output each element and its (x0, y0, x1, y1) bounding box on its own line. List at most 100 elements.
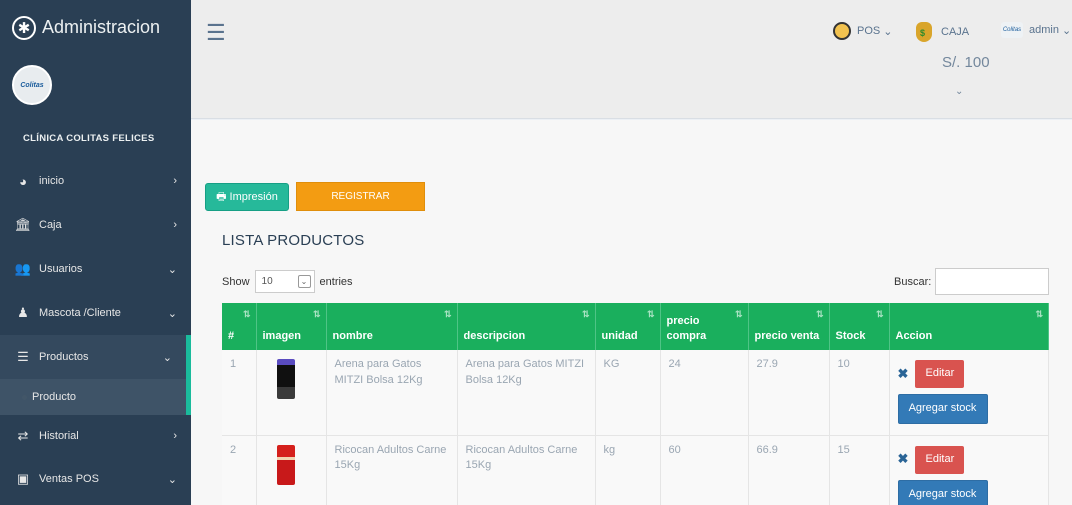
delete-icon[interactable]: ✖ (898, 365, 909, 384)
sidebar-item-historial[interactable]: ⇄ Historial › (0, 415, 191, 457)
caja-label: CAJA (941, 26, 970, 38)
cell-accion: ✖ Editar Agregar stock (889, 350, 1049, 436)
sidebar-item-ventas-pos[interactable]: ▣ Ventas POS ⌄ (0, 457, 191, 501)
sidebar-subitem-label: Producto (32, 391, 77, 403)
page-title: LISTA PRODUCTOS (222, 232, 365, 249)
page-size-select[interactable]: 10 ⌄ (254, 270, 315, 293)
table-row: 1 Arena para Gatos MITZI Bolsa 12Kg Aren… (222, 350, 1049, 436)
col-header-accion[interactable]: ⇅ Accion (889, 303, 1049, 350)
cell-precio-compra: 24 (660, 350, 749, 436)
profile: Colitas (0, 55, 191, 115)
sort-asc-icon: ⇅ (242, 309, 251, 319)
chevron-down-icon: ⌄ (167, 307, 177, 320)
search-control: Buscar: (894, 268, 1050, 295)
admin-label: admin (1029, 24, 1059, 36)
sidebar-subitem-producto[interactable]: Producto (0, 379, 191, 415)
sort-icon: ⇅ (1035, 309, 1043, 319)
printer-icon: 🖶 (216, 190, 227, 203)
product-image (276, 359, 295, 399)
col-header-nombre[interactable]: ⇅ nombre (326, 303, 458, 350)
sort-icon: ⇅ (443, 309, 452, 319)
main-content: 🖶 Impresión REGISTRAR LISTA PRODUCTOS Sh… (191, 120, 1072, 505)
sort-icon: ⇅ (875, 309, 884, 319)
col-header-precio-venta[interactable]: ⇅ precio venta (748, 303, 830, 350)
bank-icon: 🏛 (14, 217, 32, 232)
sort-icon: ⇅ (312, 309, 321, 319)
sidebar-item-label: Ventas POS (39, 473, 99, 485)
cell-precio-venta: 66.9 (748, 435, 830, 505)
menu-toggle-icon[interactable]: ☰ (206, 20, 226, 46)
cell-unidad: kg (595, 435, 661, 505)
chevron-right-icon: › (173, 175, 177, 187)
cell-stock: 15 (829, 435, 890, 505)
admin-menu[interactable]: Colitas admin ⌄ (1001, 22, 1071, 38)
table-header-row: ⇅ # ⇅ imagen ⇅ nombre ⇅ descripcion ⇅ unidad … (222, 303, 1049, 350)
sidebar-item-usuarios[interactable]: 👥 Usuarios ⌄ (0, 247, 191, 291)
col-header-stock[interactable]: ⇅ Stock (829, 303, 890, 350)
cell-nombre: Arena para Gatos MITZI Bolsa 12Kg (326, 350, 458, 436)
chevron-down-icon: ⌄ (167, 263, 177, 276)
pos-menu[interactable]: POS ⌄ (833, 22, 892, 40)
cell-unidad: KG (595, 350, 661, 436)
print-button[interactable]: 🖶 Impresión (205, 183, 289, 211)
sort-icon: ⇅ (581, 309, 590, 319)
sidebar-item-label: Caja (39, 219, 62, 231)
sidebar-item-productos[interactable]: ☰ Productos ⌄ (0, 335, 191, 379)
money-bag-icon (916, 22, 932, 42)
cell-accion: ✖ Editar Agregar stock (889, 435, 1049, 505)
chevron-down-icon: ⌄ (1061, 24, 1072, 37)
sidebar-item-label: Usuarios (39, 263, 83, 275)
chevron-down-icon: ⌄ (883, 25, 893, 38)
user-tie-icon: ♟ (17, 305, 29, 320)
col-header-precio-compra[interactable]: ⇅ precio compra (660, 303, 749, 350)
sidebar-item-caja[interactable]: 🏛 Caja › (0, 203, 191, 247)
caja-menu[interactable]: CAJA (916, 22, 969, 42)
entries-label: entries (319, 275, 353, 288)
sidebar: ✱ Administracion Colitas CLÍNICA COLITAS… (0, 0, 191, 505)
search-input[interactable] (935, 268, 1050, 295)
sidebar-item-label: Historial (39, 430, 79, 442)
col-header-unidad[interactable]: ⇅ unidad (595, 303, 661, 350)
chevron-down-icon: ⌄ (297, 275, 311, 288)
sidebar-item-label: Productos (39, 351, 89, 363)
sort-icon: ⇅ (815, 309, 824, 319)
edit-button[interactable]: Editar (915, 360, 965, 388)
sidebar-item-label: Mascota /Cliente (39, 307, 121, 319)
sidebar-item-mascota-cliente[interactable]: ♟ Mascota /Cliente ⌄ (0, 291, 191, 335)
sort-icon: ⇅ (646, 309, 655, 319)
sidebar-item-label: inicio (39, 175, 65, 187)
col-header-imagen[interactable]: ⇅ imagen (256, 303, 327, 350)
sort-icon: ⇅ (734, 309, 743, 319)
dashboard-icon: ◕ (19, 173, 27, 189)
delete-icon[interactable]: ✖ (898, 450, 909, 469)
col-header-descripcion[interactable]: ⇅ descripcion (457, 303, 596, 350)
chevron-right-icon: › (173, 430, 177, 442)
chevron-down-icon: ⌄ (162, 351, 172, 364)
cell-stock: 10 (829, 350, 890, 436)
chevron-down-icon[interactable]: ⌄ (955, 86, 963, 97)
search-label: Buscar: (894, 275, 932, 288)
chevron-down-icon: ⌄ (167, 473, 177, 486)
coin-icon (833, 22, 851, 40)
add-stock-button[interactable]: Agregar stock (897, 479, 988, 505)
print-button-label: Impresión (229, 191, 278, 203)
sidebar-item-inicio[interactable]: ◕ inicio › (0, 159, 191, 203)
avatar[interactable]: Colitas (12, 65, 52, 105)
col-header-number[interactable]: ⇅ # (222, 303, 257, 350)
pos-label: POS (857, 25, 881, 37)
cell-number: 2 (222, 435, 257, 505)
register-button[interactable]: REGISTRAR (296, 182, 425, 211)
products-table: ⇅ # ⇅ imagen ⇅ nombre ⇅ descripcion ⇅ unidad … (222, 303, 1049, 505)
cell-precio-compra: 60 (660, 435, 749, 505)
brand[interactable]: ✱ Administracion (0, 0, 191, 55)
user-avatar: Colitas (1001, 22, 1023, 38)
edit-button[interactable]: Editar (915, 445, 965, 474)
add-stock-button[interactable]: Agregar stock (897, 394, 988, 424)
show-label: Show (222, 275, 250, 288)
app-title: Administracion (42, 17, 161, 37)
caja-balance: S/. 100 (942, 54, 990, 71)
top-navbar: ☰ POS ⌄ CAJA S/. 100 ⌄ Colitas admin ⌄ (191, 0, 1072, 119)
gear-icon: ✱ (12, 15, 36, 40)
cell-descripcion: Ricocan Adultos Carne 15Kg (457, 435, 596, 505)
cell-descripcion: Arena para Gatos MITZI Bolsa 12Kg (457, 350, 596, 436)
